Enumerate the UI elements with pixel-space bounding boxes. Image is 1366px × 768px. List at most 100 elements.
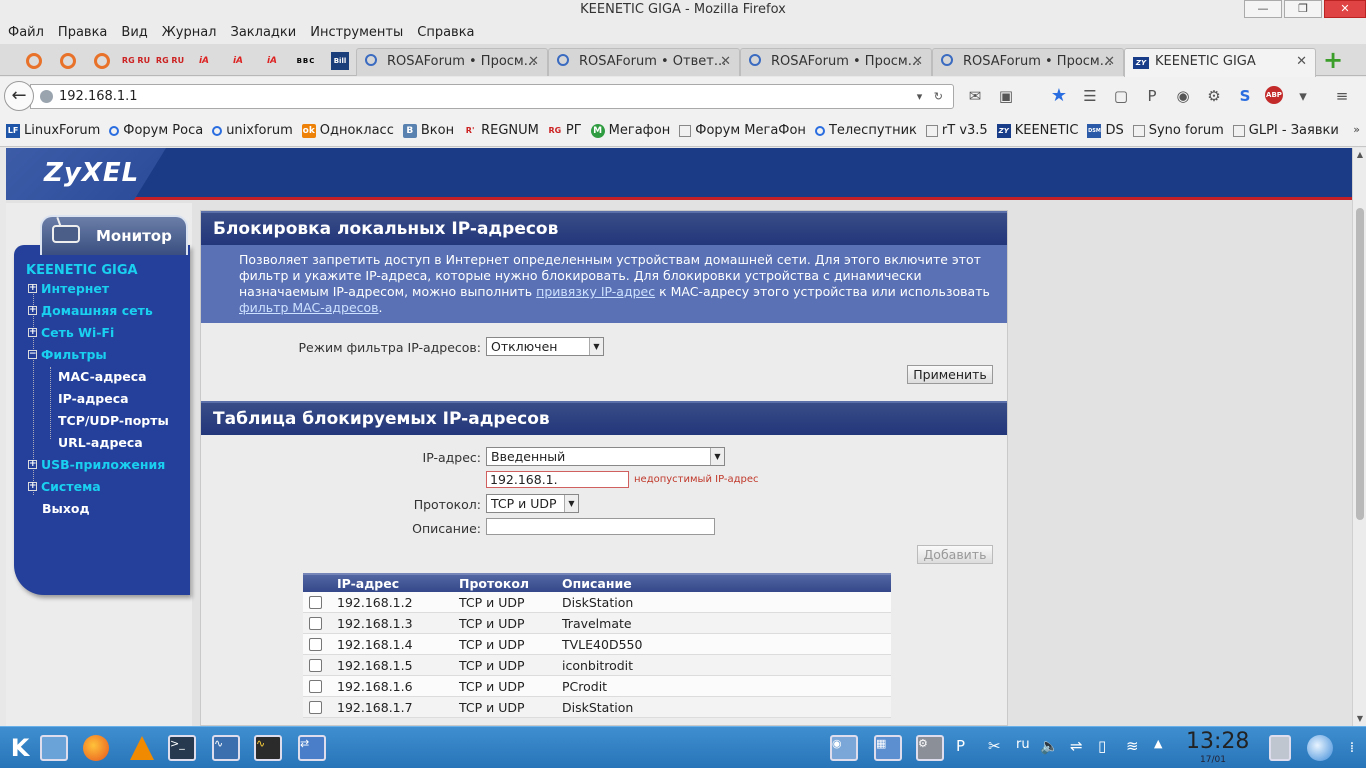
pinned-tab-opera-2[interactable] bbox=[52, 49, 84, 73]
bookmark-telesputnik[interactable]: Телеспутник bbox=[814, 123, 917, 138]
mail-icon[interactable]: ✉ bbox=[964, 86, 986, 106]
menu-view[interactable]: Вид bbox=[121, 22, 147, 44]
description-input[interactable] bbox=[486, 518, 715, 535]
bookmark-vkontakte[interactable]: B Вкон bbox=[402, 123, 454, 138]
sidebar-subitem-mac[interactable]: MAC-адреса bbox=[58, 369, 147, 384]
clock-time[interactable]: 13:28 bbox=[1186, 729, 1249, 754]
bookmark-syno-forum[interactable]: Syno forum bbox=[1132, 123, 1224, 138]
protocol-select[interactable]: TCP и UDP ▼ bbox=[486, 494, 579, 513]
filter-mode-select[interactable]: Отключен ▼ bbox=[486, 337, 604, 356]
settings-icon[interactable]: ⚙ bbox=[914, 733, 946, 763]
pocket-icon[interactable]: ▢ bbox=[1110, 86, 1132, 106]
bookmark-forum-megafon[interactable]: Форум МегаФон bbox=[679, 123, 806, 138]
addon-icon[interactable]: ▣ bbox=[995, 86, 1017, 106]
gear-icon[interactable]: ⚙ bbox=[1203, 86, 1225, 106]
pinned-tab-ia-1[interactable]: iA bbox=[188, 49, 220, 73]
bookmark-linuxforum[interactable]: LF LinuxForum bbox=[6, 123, 100, 138]
scroll-down-icon[interactable]: ▼ bbox=[1353, 712, 1366, 726]
battery-icon[interactable]: ▯ bbox=[1098, 737, 1106, 755]
row-checkbox[interactable] bbox=[309, 659, 322, 672]
tab-close-icon[interactable]: ✕ bbox=[720, 49, 731, 75]
p-extension-icon[interactable]: P bbox=[1362, 86, 1366, 106]
vlc-icon[interactable] bbox=[126, 733, 158, 763]
tab-rosaforum-2[interactable]: ROSAForum • Ответ... ✕ bbox=[548, 48, 740, 76]
add-button[interactable]: Добавить bbox=[917, 545, 993, 564]
sidebar-subitem-ip[interactable]: IP-адреса bbox=[58, 391, 129, 406]
bookmarks-list-icon[interactable]: ☰ bbox=[1079, 86, 1101, 106]
ip-mode-select[interactable]: Введенный ▼ bbox=[486, 447, 725, 466]
sidebar-item-system[interactable]: + Система bbox=[28, 479, 101, 494]
bookmarks-more-icon[interactable]: » bbox=[1353, 123, 1360, 136]
screenshot-icon[interactable]: ◉ bbox=[828, 733, 860, 763]
tab-close-icon[interactable]: ✕ bbox=[1104, 49, 1115, 75]
keyboard-layout[interactable]: ru bbox=[1016, 737, 1030, 752]
sidebar-subitem-url[interactable]: URL-адреса bbox=[58, 435, 143, 450]
mac-filter-link[interactable]: фильтр MAC-адресов bbox=[239, 300, 379, 315]
bookmark-rg[interactable]: RG РГ bbox=[548, 123, 582, 138]
kde-launcher-icon[interactable]: K bbox=[4, 733, 36, 763]
menu-edit[interactable]: Правка bbox=[58, 22, 107, 44]
close-window-button[interactable]: ✕ bbox=[1324, 0, 1366, 18]
page-scrollbar[interactable]: ▲ ▼ bbox=[1352, 148, 1366, 726]
tab-close-icon[interactable]: ✕ bbox=[1296, 49, 1307, 75]
taskbar-handle-icon[interactable]: ⁞ bbox=[1336, 733, 1366, 763]
pinned-tab-opera-3[interactable] bbox=[86, 49, 118, 73]
bookmark-keenetic[interactable]: ZY KEENETIC bbox=[996, 123, 1078, 138]
url-bar[interactable]: 192.168.1.1 ▾ ↻ bbox=[30, 84, 954, 109]
bookmark-star-icon[interactable]: ★ bbox=[1048, 86, 1070, 106]
back-button[interactable]: ← bbox=[4, 81, 34, 111]
apply-button[interactable]: Применить bbox=[907, 365, 993, 384]
tab-rosaforum-4[interactable]: ROSAForum • Просм... ✕ bbox=[932, 48, 1124, 76]
network-manager-icon[interactable]: ⇄ bbox=[296, 733, 328, 763]
bookmark-odnoklassniki[interactable]: ok Однокласс bbox=[301, 123, 394, 138]
pinned-tab-rg-2[interactable]: RG RU bbox=[154, 49, 186, 73]
clipboard-icon[interactable]: P bbox=[956, 737, 965, 755]
maximize-button[interactable]: ❐ bbox=[1284, 0, 1322, 18]
droplet-icon[interactable] bbox=[1304, 733, 1336, 763]
pinned-tab-ia-2[interactable]: iA bbox=[222, 49, 254, 73]
sidebar-item-usb[interactable]: + USB-приложения bbox=[28, 457, 165, 472]
menu-history[interactable]: Журнал bbox=[162, 22, 217, 44]
pinned-tab-ia-3[interactable]: iA bbox=[256, 49, 288, 73]
ip-address-input[interactable]: 192.168.1. bbox=[486, 471, 629, 488]
row-checkbox[interactable] bbox=[309, 701, 322, 714]
bookmark-glpi[interactable]: GLPI - Заявки bbox=[1232, 123, 1339, 138]
activity-monitor-icon[interactable]: ∿ bbox=[252, 733, 284, 763]
chevron-down-icon[interactable]: ▾ bbox=[1292, 86, 1314, 106]
sidebar-exit[interactable]: Выход bbox=[42, 501, 90, 516]
tab-rosaforum-1[interactable]: ROSAForum • Просм... ✕ bbox=[356, 48, 548, 76]
pinned-tab-bbc[interactable]: BBC bbox=[290, 49, 322, 73]
row-checkbox[interactable] bbox=[309, 680, 322, 693]
scroll-thumb[interactable] bbox=[1356, 208, 1364, 520]
wifi-icon[interactable]: ≋ bbox=[1126, 737, 1139, 755]
tab-rosaforum-3[interactable]: ROSAForum • Просм... ✕ bbox=[740, 48, 932, 76]
volume-icon[interactable]: 🔈 bbox=[1040, 737, 1059, 755]
bookmark-ds[interactable]: DSM DS bbox=[1087, 123, 1124, 138]
minimize-button[interactable]: — bbox=[1244, 0, 1282, 18]
new-tab-button[interactable]: + bbox=[1322, 48, 1344, 72]
pinned-tab-bill[interactable]: Bill bbox=[331, 52, 349, 70]
skype-icon[interactable]: S bbox=[1234, 86, 1256, 106]
bookmark-unixforum[interactable]: unixforum bbox=[212, 123, 293, 138]
file-manager-icon[interactable] bbox=[38, 733, 70, 763]
pinned-tab-rg-1[interactable]: RG RU bbox=[120, 49, 152, 73]
bookmark-megafon[interactable]: M Мегафон bbox=[590, 123, 670, 138]
menu-tools[interactable]: Инструменты bbox=[310, 22, 403, 44]
adblock-icon[interactable]: ABP bbox=[1265, 86, 1283, 104]
desktop-switcher-icon[interactable]: ▦ bbox=[872, 733, 904, 763]
tab-close-icon[interactable]: ✕ bbox=[528, 49, 539, 75]
ip-binding-link[interactable]: привязку IP-адрес bbox=[536, 284, 655, 299]
bookmark-regnum[interactable]: R' REGNUM bbox=[463, 123, 539, 138]
p-addon-icon[interactable]: P bbox=[1141, 86, 1163, 106]
hamburger-menu-icon[interactable]: ≡ bbox=[1331, 86, 1353, 106]
terminal-icon[interactable]: >_ bbox=[166, 733, 198, 763]
pinned-tab-opera-1[interactable] bbox=[18, 49, 50, 73]
cookie-icon[interactable]: ◉ bbox=[1172, 86, 1194, 106]
scroll-up-icon[interactable]: ▲ bbox=[1353, 148, 1366, 162]
row-checkbox[interactable] bbox=[309, 638, 322, 651]
sidebar-item-wifi[interactable]: + Сеть Wi-Fi bbox=[28, 325, 114, 340]
url-dropdown-reload-icon[interactable]: ▾ ↻ bbox=[917, 85, 947, 108]
tab-keenetic-giga[interactable]: ZY KEENETIC GIGA ✕ bbox=[1124, 48, 1316, 77]
sidebar-subitem-tcp-udp[interactable]: TCP/UDP-порты bbox=[58, 413, 169, 428]
system-monitor-icon[interactable]: ∿ bbox=[210, 733, 242, 763]
